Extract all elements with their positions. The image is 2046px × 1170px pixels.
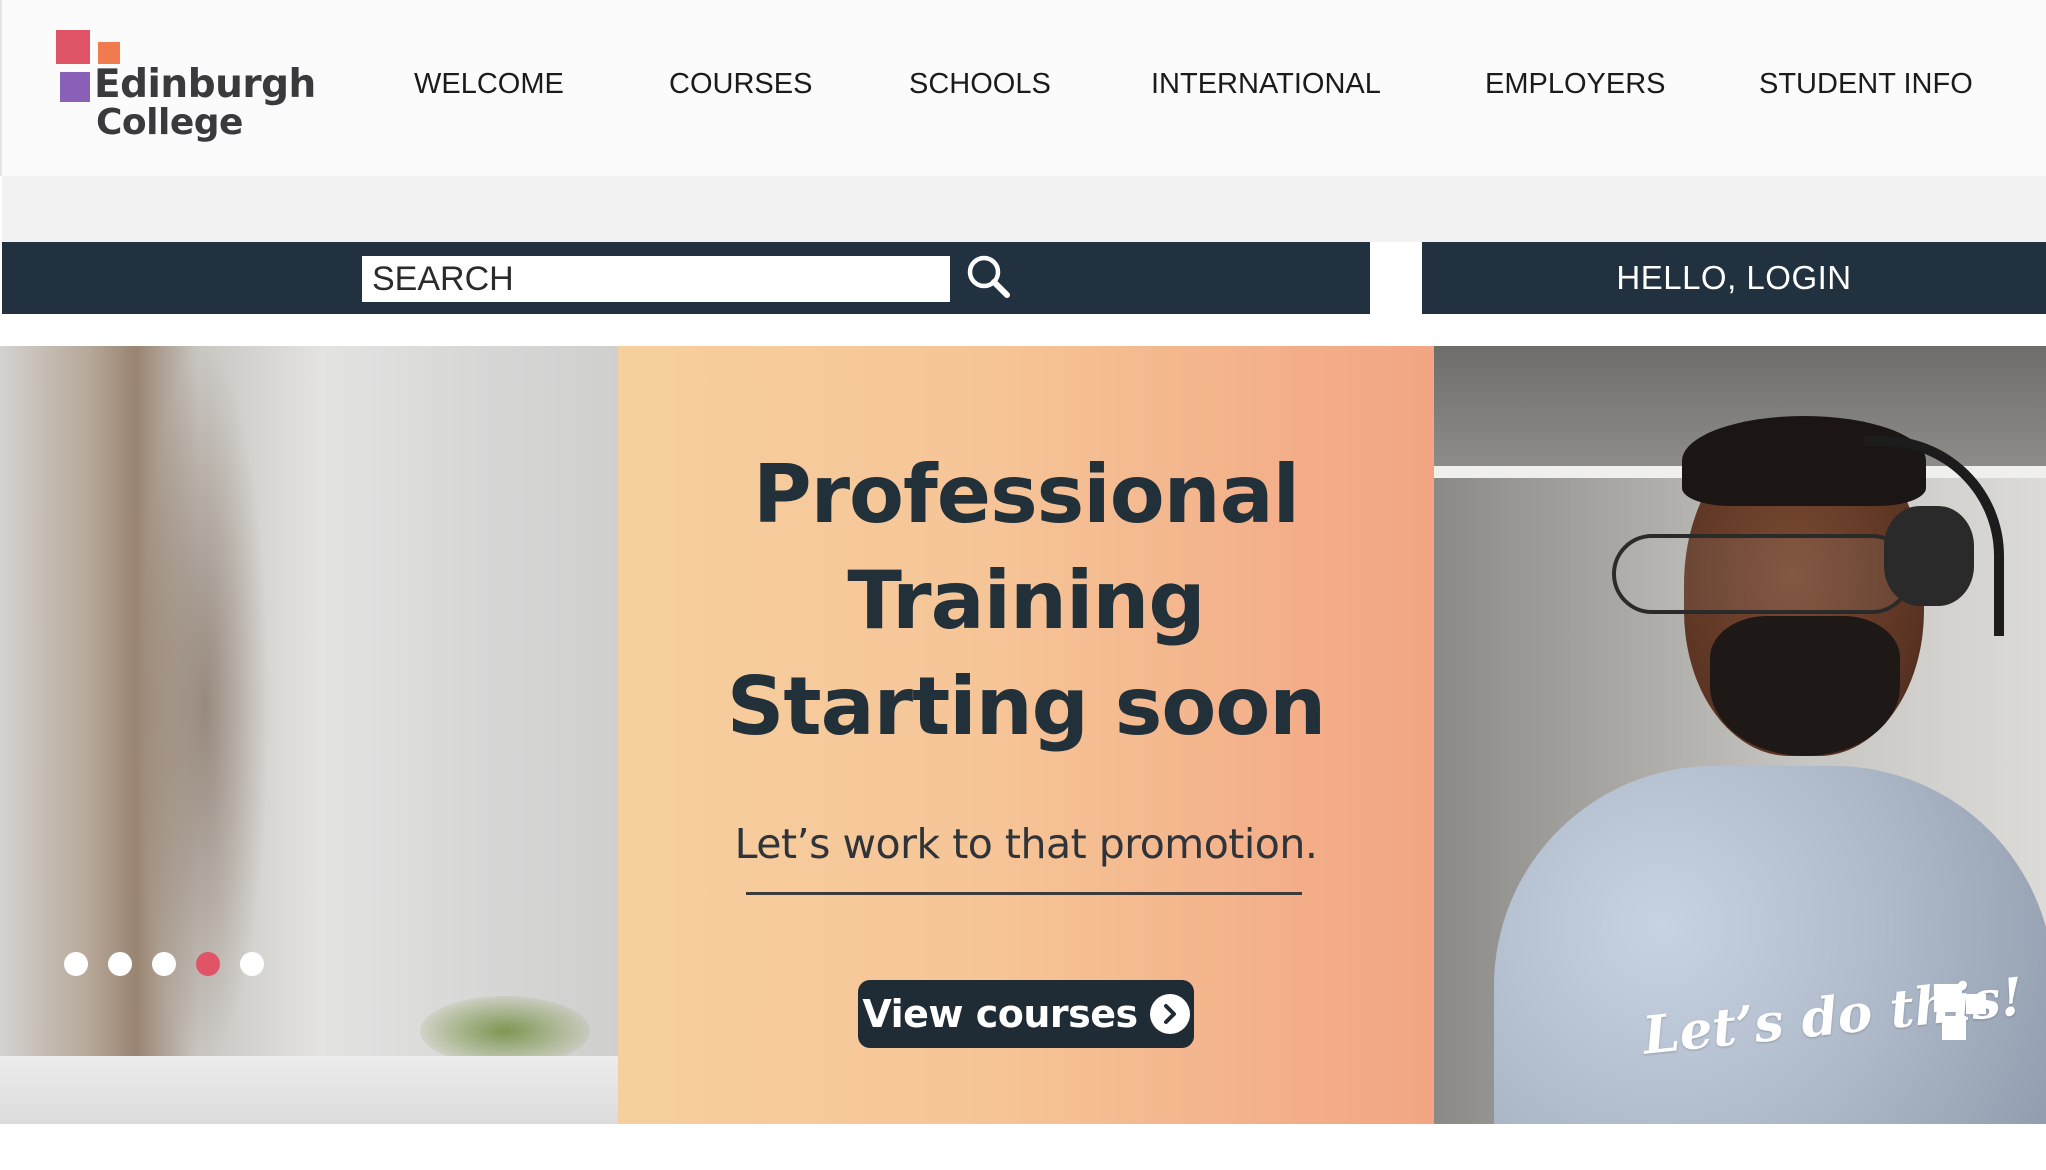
site-header: Edinburgh College WELCOME COURSES SCHOOL… bbox=[0, 0, 2046, 176]
nav-schools[interactable]: SCHOOLS bbox=[909, 68, 1051, 101]
search-bar bbox=[2, 242, 1370, 314]
search-input[interactable] bbox=[362, 256, 950, 302]
hero-photo-left bbox=[0, 346, 618, 1124]
person-shirt bbox=[1494, 766, 2046, 1124]
view-courses-label: View courses bbox=[862, 992, 1138, 1036]
logo-square-purple bbox=[60, 72, 90, 102]
carousel-dot-1[interactable] bbox=[64, 952, 88, 976]
carousel-dot-3[interactable] bbox=[152, 952, 176, 976]
carousel-dot-4[interactable] bbox=[196, 952, 220, 976]
nav-welcome[interactable]: WELCOME bbox=[414, 68, 564, 101]
nav-employers[interactable]: EMPLOYERS bbox=[1485, 68, 1666, 101]
nav-student-info[interactable]: STUDENT INFO bbox=[1759, 68, 1973, 101]
nav-courses[interactable]: COURSES bbox=[669, 68, 812, 101]
page: Edinburgh College WELCOME COURSES SCHOOL… bbox=[0, 0, 2046, 1170]
logo-text-line2: College bbox=[96, 102, 243, 143]
hero-title: Professional Training Starting soon bbox=[618, 442, 1434, 760]
carousel-dot-5[interactable] bbox=[240, 952, 264, 976]
login-button[interactable]: HELLO, LOGIN bbox=[1422, 242, 2046, 314]
desk-surface bbox=[0, 1056, 618, 1124]
hero-photo-right: Let’s do this! bbox=[1434, 346, 2046, 1124]
headset-earcup bbox=[1884, 506, 1974, 606]
hero-subtitle: Let’s work to that promotion. bbox=[734, 820, 1318, 868]
login-label: HELLO, LOGIN bbox=[1616, 259, 1852, 296]
hero-title-line3: Starting soon bbox=[726, 660, 1327, 753]
logo-text-line1: Edinburgh bbox=[94, 62, 316, 107]
hero-divider bbox=[746, 892, 1302, 895]
carousel-dots bbox=[64, 952, 264, 976]
hero-promo-panel: Professional Training Starting soon Let’… bbox=[618, 346, 1434, 1124]
hero-title-line1: Professional bbox=[752, 448, 1300, 541]
chevron-right-icon bbox=[1149, 994, 1190, 1034]
logo-square-orange bbox=[98, 42, 120, 64]
brand-mark-icon bbox=[1934, 984, 1992, 1042]
person-beard bbox=[1710, 616, 1900, 756]
search-icon[interactable] bbox=[964, 252, 1014, 302]
carousel-dot-2[interactable] bbox=[108, 952, 132, 976]
nav-international[interactable]: INTERNATIONAL bbox=[1151, 68, 1381, 101]
header-spacer bbox=[2, 176, 2046, 242]
view-courses-button[interactable]: View courses bbox=[858, 980, 1194, 1048]
hero-carousel: Professional Training Starting soon Let’… bbox=[0, 346, 2046, 1124]
college-logo[interactable]: Edinburgh College bbox=[56, 28, 316, 148]
hero-title-line2: Training bbox=[847, 554, 1205, 647]
logo-square-red bbox=[56, 30, 90, 64]
